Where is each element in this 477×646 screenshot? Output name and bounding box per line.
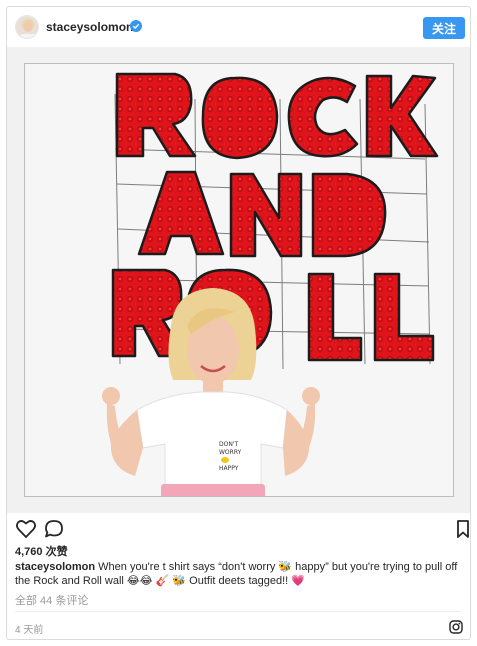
- post-caption: staceysolomon When you're t shirt says “…: [15, 560, 465, 588]
- view-all-comments-link[interactable]: 全部 44 条评论: [15, 592, 88, 608]
- avatar[interactable]: [15, 15, 39, 39]
- post-username[interactable]: staceysolomon: [46, 20, 133, 34]
- comment-icon[interactable]: [43, 518, 65, 540]
- instagram-icon[interactable]: [449, 620, 463, 634]
- divider: [15, 611, 462, 612]
- verified-badge-icon: [130, 20, 142, 32]
- likes-count[interactable]: 4,760 次赞: [15, 543, 68, 559]
- bookmark-icon[interactable]: [452, 518, 471, 540]
- shirt-print-line3: HAPPY: [219, 465, 239, 472]
- caption-username[interactable]: staceysolomon: [15, 561, 95, 573]
- shirt-print-line1: DON'T: [219, 441, 238, 448]
- post-card: staceysolomon 关注 DON'T WORRY HAPPY 4,760…: [6, 6, 471, 640]
- follow-button[interactable]: 关注: [423, 17, 465, 39]
- photo-frame: DON'T WORRY HAPPY: [24, 63, 454, 497]
- post-header: staceysolomon 关注: [7, 7, 470, 47]
- shirt-print-line2: WORRY: [219, 449, 242, 456]
- post-timestamp[interactable]: 4 天前: [15, 621, 43, 636]
- heart-icon[interactable]: [15, 518, 37, 540]
- post-photo[interactable]: DON'T WORRY HAPPY: [7, 47, 470, 513]
- photo-illustration: DON'T WORRY HAPPY: [25, 64, 453, 496]
